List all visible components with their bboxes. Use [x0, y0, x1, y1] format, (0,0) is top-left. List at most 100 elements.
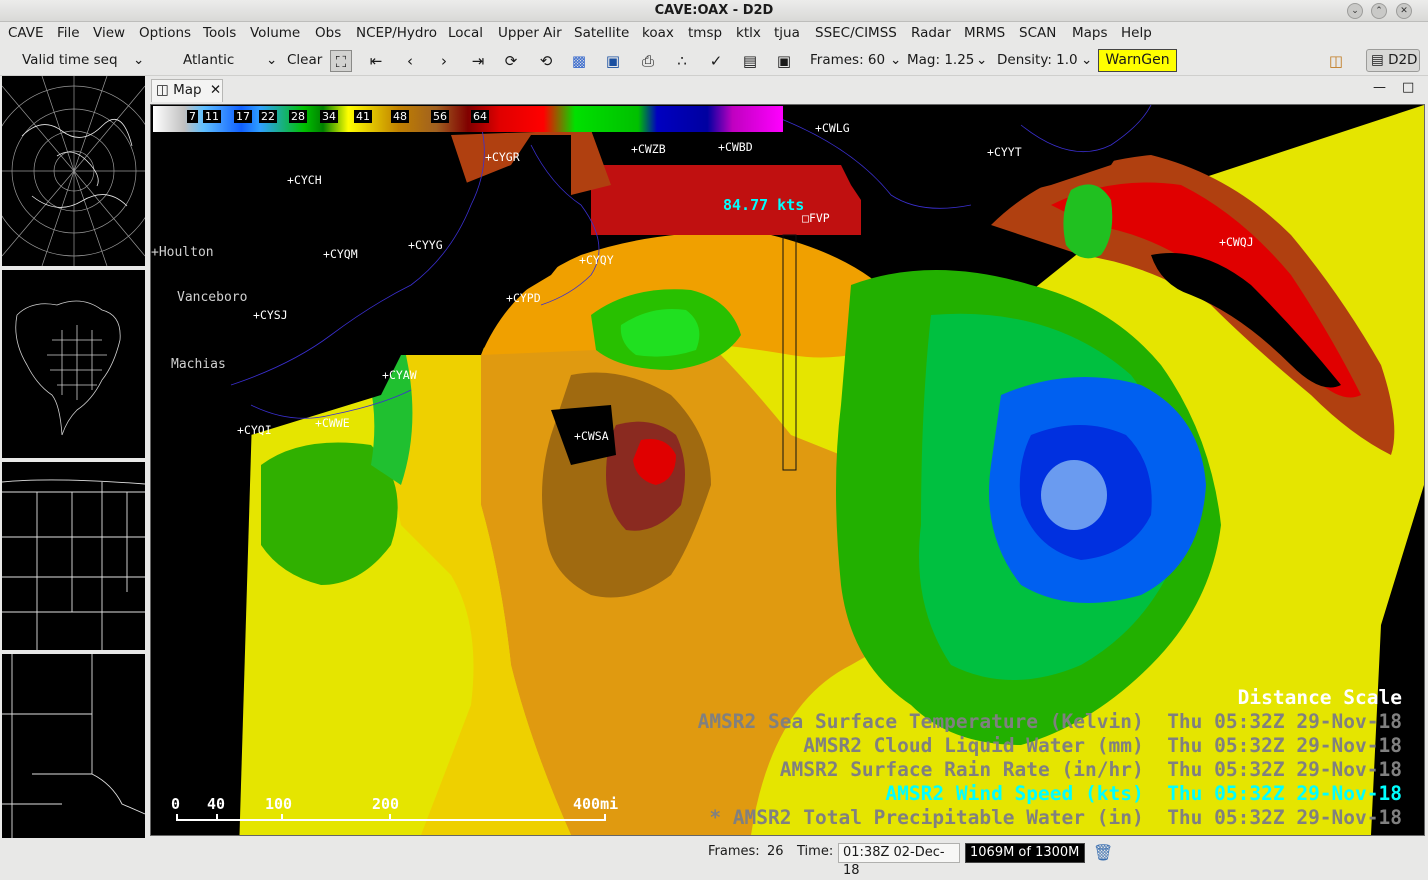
- menu-radar[interactable]: Radar: [911, 25, 951, 41]
- station-label: +CYQI: [237, 423, 272, 437]
- minimize-icon[interactable]: ⌄: [1347, 3, 1363, 19]
- legend-sst[interactable]: AMSR2 Sea Surface Temperature (Kelvin) T…: [698, 710, 1402, 733]
- chevron-down-icon[interactable]: ⌄: [266, 44, 277, 76]
- menu-local[interactable]: Local: [448, 25, 483, 41]
- menu-cave[interactable]: CAVE: [8, 25, 44, 41]
- station-label: +CWWE: [315, 416, 350, 430]
- multi-panel-icon[interactable]: ▣: [773, 50, 795, 72]
- station-label: +CYYG: [408, 238, 443, 252]
- menu-satellite[interactable]: Satellite: [574, 25, 629, 41]
- menu-ncep-hydro[interactable]: NCEP/Hydro: [356, 25, 437, 41]
- legend-tpw[interactable]: * AMSR2 Total Precipitable Water (in) Th…: [709, 806, 1402, 829]
- colorbar-label: 22: [259, 110, 277, 123]
- menu-obs[interactable]: Obs: [315, 25, 341, 41]
- station-label: +CWZB: [631, 142, 666, 156]
- sample-icon[interactable]: ∴: [671, 50, 693, 72]
- menu-maps[interactable]: Maps: [1072, 25, 1108, 41]
- memory-indicator: 1069M of 1300M: [965, 843, 1085, 863]
- scale-tick: [216, 814, 218, 821]
- monitor-icon: ▤: [1371, 52, 1384, 68]
- clear-button[interactable]: Clear: [287, 44, 322, 76]
- screenshot-icon[interactable]: ▣: [602, 50, 624, 72]
- legend-rain-rate[interactable]: AMSR2 Surface Rain Rate (in/hr) Thu 05:3…: [780, 758, 1402, 781]
- menu-koax[interactable]: koax: [642, 25, 674, 41]
- station-label: +CYCH: [287, 173, 322, 187]
- thumbnail-local-counties[interactable]: [2, 654, 146, 844]
- scale-line: [176, 819, 606, 821]
- loop-mode-select[interactable]: Valid time seq: [22, 44, 118, 76]
- tab-map[interactable]: ◫ Map ✕: [151, 79, 223, 102]
- map-icon: ◫: [156, 82, 169, 98]
- menu-file[interactable]: File: [57, 25, 80, 41]
- legend-wind-speed[interactable]: AMSR2 Wind Speed (kts) Thu 05:32Z 29-Nov…: [885, 782, 1402, 805]
- cursor-readout-icon[interactable]: ✓: [705, 50, 727, 72]
- print-icon[interactable]: ⎙: [637, 50, 659, 72]
- town-label: +Houlton: [151, 245, 214, 260]
- colorbar-label: 41: [354, 110, 372, 123]
- last-frame-icon[interactable]: ⇥: [467, 50, 489, 72]
- chevron-down-icon[interactable]: ⌄: [1081, 44, 1092, 76]
- density-select[interactable]: Density: 1.0: [997, 44, 1078, 76]
- scale-bar: 0 40 100 200 400mi: [171, 795, 631, 825]
- warngen-button[interactable]: WarnGen: [1098, 49, 1177, 72]
- colorbar-label: 17: [234, 110, 252, 123]
- menu-ssec-cimss[interactable]: SSEC/CIMSS: [815, 25, 897, 41]
- menu-mrms[interactable]: MRMS: [964, 25, 1005, 41]
- mag-select[interactable]: Mag: 1.25: [907, 44, 974, 76]
- station-label: □FVP: [802, 211, 830, 225]
- open-perspective-icon[interactable]: ◫: [1325, 50, 1347, 72]
- maximize-view-icon[interactable]: □: [1402, 80, 1414, 95]
- town-label: Vanceboro: [177, 290, 248, 305]
- menu-volume[interactable]: Volume: [250, 25, 300, 41]
- frames-label: Frames:: [708, 844, 760, 859]
- menu-tmsp[interactable]: tmsp: [688, 25, 722, 41]
- zoom-fit-icon[interactable]: ⛶: [330, 50, 352, 72]
- thumbnail-panel: [0, 75, 160, 846]
- menu-options[interactable]: Options: [139, 25, 191, 41]
- minimize-view-icon[interactable]: —: [1373, 80, 1386, 95]
- menu-tools[interactable]: Tools: [203, 25, 236, 41]
- menu-scan[interactable]: SCAN: [1019, 25, 1056, 41]
- trash-icon[interactable]: 🗑: [1093, 843, 1113, 862]
- chevron-down-icon[interactable]: ⌄: [133, 44, 144, 76]
- colorbar-label: 28: [289, 110, 307, 123]
- map-display[interactable]: 7 11 17 22 28 34 41 48 56 64 84.77 kts +…: [150, 104, 1425, 836]
- station-label: +CWSA: [574, 429, 609, 443]
- maximize-icon[interactable]: ⌃: [1371, 3, 1387, 19]
- chevron-down-icon[interactable]: ⌄: [890, 44, 901, 76]
- close-icon[interactable]: ✕: [1396, 3, 1412, 19]
- menu-help[interactable]: Help: [1121, 25, 1152, 41]
- station-label: +CYQY: [579, 253, 614, 267]
- scale-select[interactable]: Atlantic: [183, 44, 234, 76]
- scale-tick-label: 200: [372, 795, 400, 813]
- colorbar: 7 11 17 22 28 34 41 48 56 64: [153, 106, 783, 132]
- image-properties-icon[interactable]: ▩: [568, 50, 590, 72]
- menu-view[interactable]: View: [93, 25, 125, 41]
- d2d-perspective-button[interactable]: ▤ D2D: [1366, 49, 1420, 72]
- chevron-down-icon[interactable]: ⌄: [976, 44, 987, 76]
- first-frame-icon[interactable]: ⇤: [365, 50, 387, 72]
- panel-layout-icon[interactable]: ▤: [739, 50, 761, 72]
- colorbar-label: 7: [187, 110, 198, 123]
- close-tab-icon[interactable]: ✕: [210, 82, 221, 98]
- station-label: +CYYT: [987, 145, 1022, 159]
- menu-ktlx[interactable]: ktlx: [736, 25, 761, 41]
- next-frame-icon[interactable]: ›: [433, 50, 455, 72]
- refresh-icon[interactable]: ⟲: [535, 50, 557, 72]
- loop-icon[interactable]: ⟳: [500, 50, 522, 72]
- menu-tjua[interactable]: tjua: [774, 25, 800, 41]
- tab-map-label: Map: [173, 82, 202, 98]
- thumbnail-world[interactable]: [0, 75, 160, 267]
- legend-clw[interactable]: AMSR2 Cloud Liquid Water (mm) Thu 05:32Z…: [803, 734, 1402, 757]
- colorbar-label: 56: [431, 110, 449, 123]
- frames-select[interactable]: Frames: 60: [810, 44, 885, 76]
- menu-bar: CAVE File View Options Tools Volume Obs …: [0, 22, 1428, 44]
- thumbnail-north-america[interactable]: [2, 270, 145, 458]
- window-title: CAVE:OAX - D2D: [654, 3, 774, 18]
- thumbnail-central-us[interactable]: [1, 462, 146, 650]
- menu-upper-air[interactable]: Upper Air: [498, 25, 562, 41]
- previous-frame-icon[interactable]: ‹: [399, 50, 421, 72]
- colorbar-label: 34: [320, 110, 338, 123]
- status-bar: Frames: 26 Time: 01:38Z 02-Dec-18 1069M …: [0, 838, 1428, 878]
- station-label: +CYSJ: [253, 308, 288, 322]
